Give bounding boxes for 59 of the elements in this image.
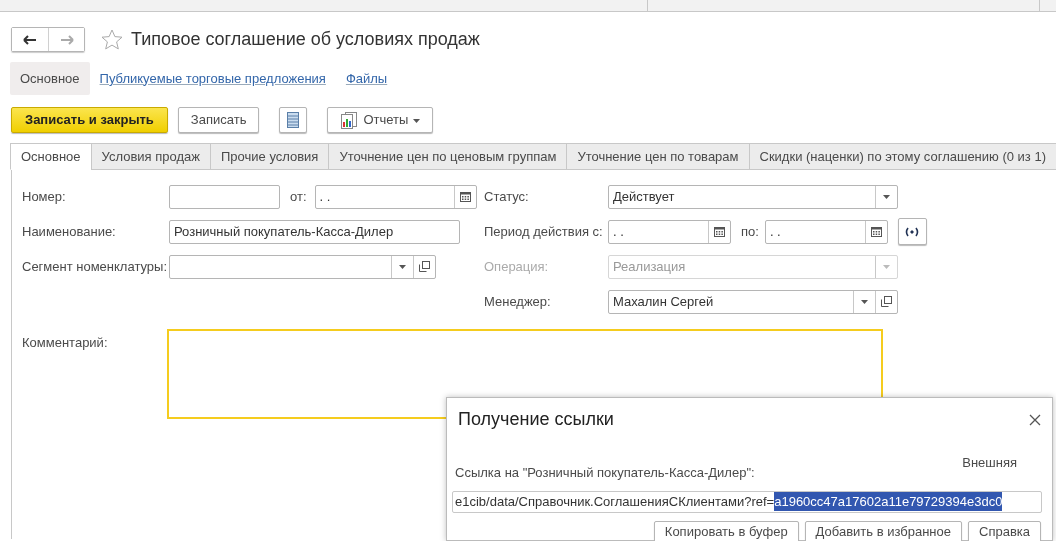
calendar-icon [870,226,882,237]
tab[interactable]: Уточнение цен по ценовым группам [328,143,568,170]
link-type-label: Внешняя [962,454,1017,472]
link-label: Ссылка на "Розничный покупатель-Касса-Дилер": [455,464,755,482]
period-icon [905,226,920,237]
right-arrow-icon [59,34,74,45]
tab[interactable]: Скидки (наценки) по этому соглашению (0 из 1) [748,143,1056,170]
report-icon [340,111,359,129]
tab[interactable]: Основное [10,143,92,170]
select-field[interactable]: Действует [608,184,898,209]
input-field[interactable]: Розничный покупатель-Касса-Дилер [169,219,460,244]
left-arrow-icon [23,34,37,45]
caret-icon [861,299,868,304]
caret-icon [883,194,890,199]
open-window-icon [881,296,892,307]
save-button[interactable]: Записать [177,107,260,133]
field-label: Менеджер: [484,292,552,311]
dialog-button[interactable]: Добавить в избранное [804,520,962,541]
section-link[interactable]: Файлы [335,61,398,96]
date-field[interactable]: . . [764,219,888,244]
field-label: Период действия с: [484,222,604,241]
select-field[interactable] [169,254,436,279]
caret-icon [399,264,406,269]
tab[interactable]: Условия продаж [90,143,211,170]
open-window-icon [419,261,430,272]
period-button[interactable] [897,218,927,245]
back-button[interactable] [12,28,48,51]
dialog-button[interactable]: Справка [968,520,1041,541]
field-label: Статус: [484,187,530,206]
field-label: Комментарий: [22,334,109,352]
dialog-button[interactable]: Копировать в буфер [653,520,799,541]
caret-icon [883,264,890,269]
close-button[interactable] [1029,413,1041,426]
field-label: Номер: [22,187,67,206]
date-field[interactable]: . . [608,219,731,244]
reports-button[interactable]: Отчеты [327,107,434,133]
caret-icon [413,118,421,123]
field-label: Операция: [484,257,550,276]
form-title: Типовое соглашение об условиях продаж [131,28,480,51]
section-link[interactable]: Публикуемые торговые предложения [89,61,336,96]
dialog-title: Получение ссылки [458,408,614,431]
tab[interactable]: Прочие условия [210,143,330,170]
field-label: Сегмент номенклатуры: [22,257,169,276]
calendar-icon [459,191,471,202]
field-label: от: [290,187,307,206]
section-link[interactable]: Основное [10,61,90,96]
url-field[interactable]: e1cib/data/Справочник.СоглашенияСКлиентами?ref=a1960cc47a17602a11e79729394e3dc0 [452,490,1042,513]
list-icon [287,112,300,128]
list-button[interactable] [279,107,308,133]
save-and-close-button[interactable]: Записать и закрыть [11,107,168,133]
close-icon [1029,413,1041,426]
select-field[interactable]: Махалин Сергей [608,289,898,314]
number-field[interactable] [169,184,280,209]
field-label: Наименование: [22,222,117,241]
tab[interactable]: Уточнение цен по товарам [566,143,750,170]
star-icon[interactable] [101,29,123,51]
field-label: по: [741,222,759,241]
calendar-icon [714,226,725,237]
date-field[interactable]: . . [314,184,477,209]
